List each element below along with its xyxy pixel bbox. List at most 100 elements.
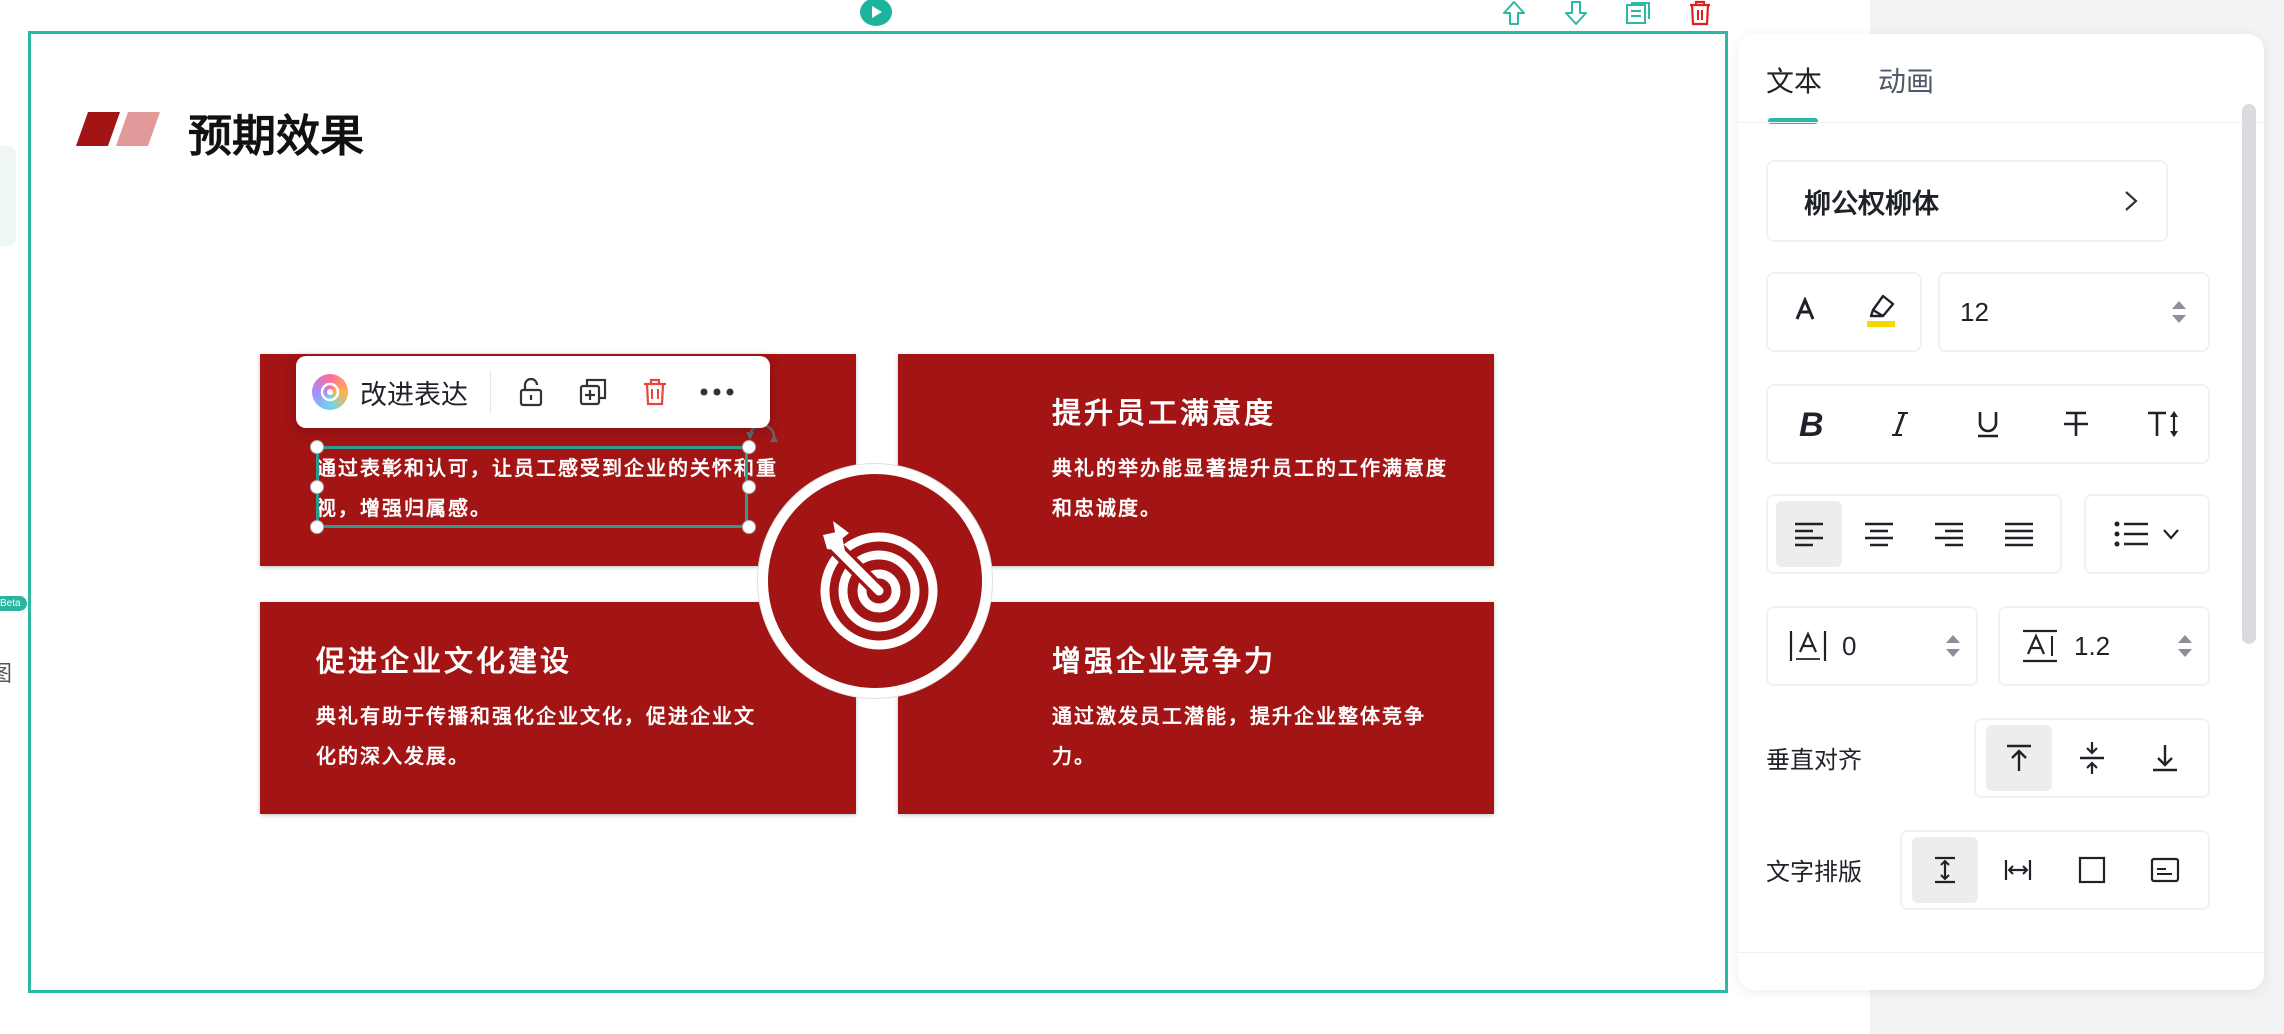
align-right-button[interactable]	[1916, 501, 1982, 567]
align-center-button[interactable]	[1846, 501, 1912, 567]
title-decoration-icon	[76, 112, 160, 146]
improve-expression-button[interactable]: 改进表达	[296, 356, 490, 428]
font-size-stepper[interactable]	[2172, 301, 2186, 323]
canvas-workspace: Beta 图 预期效果 通过表彰和认可，让员工感受到企业的关怀和重视，增强归属感…	[0, 0, 1870, 1034]
chevron-up-icon[interactable]	[1946, 635, 1960, 643]
move-down-button[interactable]	[1562, 0, 1590, 26]
letter-spacing-stepper[interactable]	[1946, 635, 1960, 657]
list-style-dropdown[interactable]	[2084, 494, 2210, 574]
target-dart-icon	[820, 521, 938, 650]
floating-text-toolbar: 改进表达	[296, 356, 770, 428]
shrink-text-button[interactable]	[2132, 837, 2198, 903]
card-title[interactable]: 促进企业文化建设	[316, 638, 572, 680]
svg-text:B: B	[1799, 408, 1824, 440]
letter-spacing-value: 0	[1842, 630, 1857, 661]
chevron-down-icon[interactable]	[2178, 649, 2192, 657]
text-selection-box[interactable]	[316, 446, 748, 528]
bold-button[interactable]: B	[1784, 396, 1840, 452]
valign-middle-button[interactable]	[2059, 725, 2125, 791]
text-style-group: B	[1766, 384, 2210, 464]
chevron-down-icon[interactable]	[2172, 315, 2186, 323]
align-justify-button[interactable]	[1986, 501, 2052, 567]
panel-scrollbar[interactable]	[2242, 104, 2256, 644]
line-spacing-input[interactable]: 1.2	[1998, 606, 2210, 686]
italic-icon	[1892, 412, 1908, 436]
slide-title[interactable]: 预期效果	[188, 100, 364, 164]
font-family-select[interactable]: 柳公权柳体	[1766, 160, 2168, 242]
play-button[interactable]	[860, 0, 892, 26]
line-spacing-stepper[interactable]	[2178, 635, 2192, 657]
bold-icon: B	[1799, 408, 1824, 440]
beta-badge: Beta	[0, 596, 27, 611]
line-spacing-value: 1.2	[2074, 630, 2111, 661]
delete-element-button[interactable]	[625, 362, 685, 422]
letter-spacing-icon	[1789, 631, 1827, 661]
divider	[1738, 122, 2264, 123]
chevron-up-icon[interactable]	[2172, 301, 2186, 309]
card-title[interactable]: 增强企业竞争力	[1052, 638, 1276, 680]
delete-icon	[644, 378, 666, 406]
tab-animation[interactable]: 动画	[1878, 60, 1934, 118]
ai-assistant-icon	[312, 374, 348, 410]
resize-handle-br[interactable]	[742, 520, 756, 534]
panel-tabs: 文本 动画	[1766, 60, 1934, 118]
effect-card-bottom-right[interactable]: 增强企业竞争力 通过激发员工潜能，提升企业整体竞争力。	[898, 602, 1494, 814]
card-text[interactable]: 典礼有助于传播和强化企业文化，促进企业文化的深入发展。	[316, 696, 756, 776]
auto-height-button[interactable]	[1911, 837, 1978, 903]
auto-width-icon	[2005, 860, 2032, 880]
underline-button[interactable]	[1960, 396, 2016, 452]
card-text[interactable]: 通过激发员工潜能，提升企业整体竞争力。	[1052, 696, 1462, 776]
font-size-input[interactable]: 12	[1938, 272, 2210, 352]
fixed-box-icon	[2078, 856, 2105, 884]
toolbar-divider	[490, 370, 491, 414]
effect-card-bottom-left[interactable]: 促进企业文化建设 典礼有助于传播和强化企业文化，促进企业文化的深入发展。	[260, 602, 856, 814]
align-right-icon	[1935, 522, 1963, 547]
auto-width-button[interactable]	[1985, 837, 2051, 903]
chevron-down-icon[interactable]	[1946, 649, 1960, 657]
delete-slide-button[interactable]	[1686, 0, 1714, 26]
bullet-list-icon	[2114, 521, 2148, 547]
highlight-color-button[interactable]	[1865, 292, 1897, 333]
align-justify-icon	[2005, 522, 2033, 547]
more-options-button[interactable]	[687, 362, 747, 422]
card-text[interactable]: 典礼的举办能显著提升员工的工作满意度和忠诚度。	[1052, 448, 1462, 528]
align-top-icon	[2006, 744, 2031, 771]
line-spacing-icon	[2023, 629, 2057, 663]
resize-handle-bl[interactable]	[310, 520, 324, 534]
unlock-button[interactable]	[501, 362, 561, 422]
valign-top-button[interactable]	[1985, 725, 2052, 791]
text-align-group	[1766, 494, 2062, 574]
italic-button[interactable]	[1872, 396, 1928, 452]
chevron-up-icon[interactable]	[2178, 635, 2192, 643]
card-title[interactable]: 提升员工满意度	[1052, 390, 1276, 432]
duplicate-button[interactable]	[563, 362, 623, 422]
fixed-size-button[interactable]	[2059, 837, 2125, 903]
text-properties-panel: 文本 动画 柳公权柳体 12 B 0 1.2 垂直对齐 文字排版	[1738, 34, 2264, 990]
align-middle-icon	[2079, 742, 2104, 774]
font-family-value: 柳公权柳体	[1804, 188, 1939, 219]
left-panel-edge[interactable]	[0, 146, 16, 246]
effect-card-top-right[interactable]: 提升员工满意度 典礼的举办能显著提升员工的工作满意度和忠诚度。	[898, 354, 1494, 566]
align-center-icon	[1865, 522, 1893, 547]
center-target-badge[interactable]	[758, 464, 992, 698]
letter-spacing-input[interactable]: 0	[1766, 606, 1978, 686]
unlock-icon	[519, 377, 543, 407]
slide-toolbar	[1500, 0, 1730, 26]
notes-button[interactable]	[1624, 0, 1652, 26]
align-left-button[interactable]	[1776, 501, 1842, 567]
tab-text[interactable]: 文本	[1766, 60, 1822, 118]
text-case-button[interactable]	[2136, 396, 2192, 452]
auto-height-icon	[1934, 856, 1955, 884]
resize-handle-right[interactable]	[742, 480, 756, 494]
color-controls	[1766, 272, 1922, 352]
vertical-align-label: 垂直对齐	[1766, 747, 1862, 774]
move-up-button[interactable]	[1500, 0, 1528, 26]
font-color-button[interactable]	[1792, 295, 1818, 328]
more-icon	[700, 388, 734, 396]
resize-handle-tl[interactable]	[310, 440, 324, 454]
left-panel-label[interactable]: 图	[0, 656, 12, 688]
font-size-value: 12	[1960, 296, 1989, 327]
strikethrough-button[interactable]	[2048, 396, 2104, 452]
resize-handle-left[interactable]	[310, 480, 324, 494]
valign-bottom-button[interactable]	[2132, 725, 2198, 791]
